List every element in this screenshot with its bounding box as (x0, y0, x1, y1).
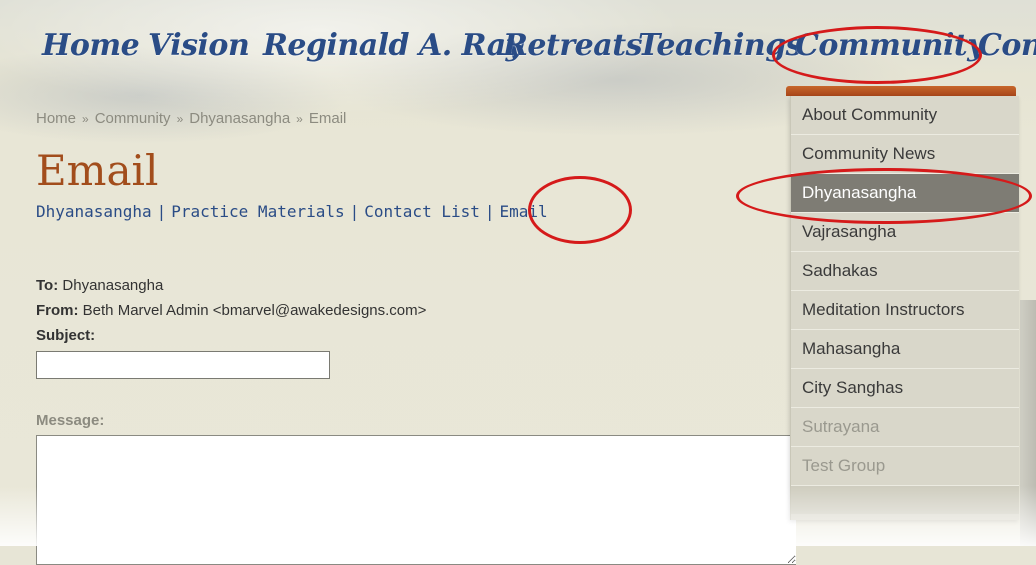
menu-item-city-sanghas[interactable]: City Sanghas (791, 369, 1019, 408)
page-title: Email (36, 146, 159, 195)
to-label: To: (36, 277, 59, 294)
menu-item-mahasangha[interactable]: Mahasangha (791, 330, 1019, 369)
breadcrumb-separator: » (296, 112, 303, 126)
to-value: Dhyanasangha (62, 277, 164, 294)
from-value: Beth Marvel Admin <bmarvel@awakedesigns.… (82, 302, 427, 319)
breadcrumb-dhyanasangha[interactable]: Dhyanasangha (189, 110, 290, 127)
breadcrumb-email: Email (308, 110, 347, 127)
subject-line: Subject: (36, 327, 95, 344)
breadcrumb-separator: » (82, 112, 89, 126)
menu-item-vajrasangha[interactable]: Vajrasangha (791, 213, 1019, 252)
menu-item-dhyanasangha[interactable]: Dhyanasangha (791, 174, 1019, 213)
community-dropdown-menu: About Community Community News Dhyanasan… (790, 96, 1019, 520)
nav-retreats[interactable]: Retreats (503, 28, 642, 63)
nav-teachings[interactable]: Teachings (638, 28, 803, 63)
nav-community[interactable]: Community (795, 28, 985, 63)
breadcrumb-community[interactable]: Community (95, 110, 171, 127)
menu-item-test-group[interactable]: Test Group (791, 447, 1019, 486)
nav-home[interactable]: Home (42, 28, 140, 63)
nav-reginald-a-ray[interactable]: Reginald A. Ray (263, 28, 523, 63)
section-subnav: Dhyanasangha | Practice Materials | Contact … (36, 202, 548, 221)
menu-item-sadhakas[interactable]: Sadhakas (791, 252, 1019, 291)
subnav-contact-list[interactable]: Contact List (364, 202, 480, 221)
menu-item-sutrayana[interactable]: Sutrayana (791, 408, 1019, 447)
from-label: From: (36, 302, 79, 319)
menu-item-community-news[interactable]: Community News (791, 135, 1019, 174)
message-label: Message: (36, 412, 105, 429)
to-line: To: Dhyanasangha (36, 277, 163, 294)
menu-item-about-community[interactable]: About Community (791, 96, 1019, 135)
subject-label: Subject: (36, 327, 96, 344)
breadcrumb: Home » Community » Dhyanasangha » Email (36, 110, 346, 127)
main-nav: Home Vision Reginald A. Ray Retreats Tea… (0, 22, 1036, 78)
subnav-dhyanasangha[interactable]: Dhyanasangha (36, 202, 152, 221)
subject-input[interactable] (36, 351, 330, 379)
subnav-separator: | (349, 202, 360, 221)
menu-item-meditation-instructors[interactable]: Meditation Instructors (791, 291, 1019, 330)
subnav-separator: | (156, 202, 167, 221)
nav-contact[interactable]: Cont (978, 28, 1036, 63)
breadcrumb-home[interactable]: Home (36, 110, 76, 127)
nav-active-indicator (786, 86, 1016, 96)
subnav-separator: | (484, 202, 495, 221)
from-line: From: Beth Marvel Admin <bmarvel@awakede… (36, 302, 426, 319)
subnav-email[interactable]: Email (500, 202, 548, 221)
nav-vision[interactable]: Vision (148, 28, 250, 63)
subnav-practice-materials[interactable]: Practice Materials (171, 202, 344, 221)
breadcrumb-separator: » (176, 112, 184, 126)
bottom-fade (0, 486, 1036, 546)
